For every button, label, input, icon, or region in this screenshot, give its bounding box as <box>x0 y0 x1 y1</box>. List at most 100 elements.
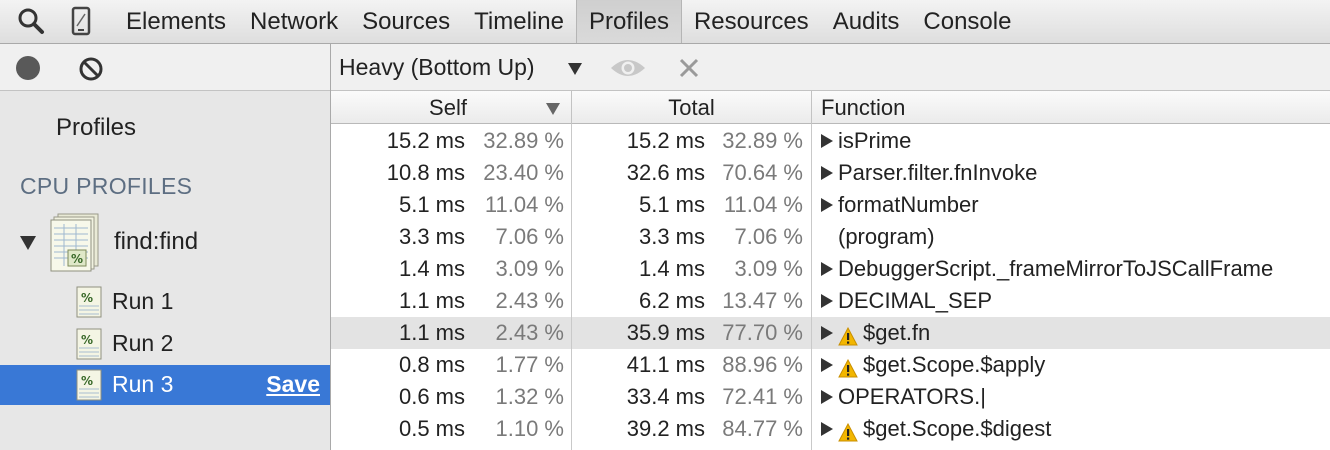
cpu-profile-group-icon: % <box>50 213 99 272</box>
warning-icon <box>838 355 858 378</box>
tab-timeline[interactable]: Timeline <box>462 0 576 43</box>
profile-group-label: find:find <box>114 228 199 255</box>
expand-triangle-icon[interactable] <box>821 325 833 340</box>
record-icon[interactable] <box>16 56 40 80</box>
tab-network[interactable]: Network <box>238 0 350 43</box>
clear-all-icon[interactable] <box>78 56 104 82</box>
profiles-title[interactable]: Profiles <box>56 114 136 142</box>
table-row[interactable]: 1.1 ms 2.43 % 35.9 ms 77.70 % $get.fn <box>331 317 1330 349</box>
function-name[interactable]: formatNumber <box>838 192 979 217</box>
column-divider <box>811 124 812 450</box>
function-cell: OPERATORS.| <box>821 381 986 413</box>
function-name[interactable]: $get.Scope.$digest <box>863 416 1051 441</box>
devtools-toolbar: Elements Network Sources Timeline Profil… <box>0 0 1330 44</box>
profile-run-item-selected[interactable]: % Run 3 Save <box>0 365 330 405</box>
expand-triangle-icon[interactable] <box>821 421 833 436</box>
self-percent-cell: 3.09 % <box>495 256 565 281</box>
tab-audits[interactable]: Audits <box>821 0 912 43</box>
total-column-header[interactable]: Total <box>571 91 811 124</box>
tab-console[interactable]: Console <box>911 0 1023 43</box>
total-percent-cell: 88.96 % <box>722 352 803 377</box>
table-row[interactable]: 3.3 ms 7.06 % 3.3 ms 7.06 % (program) <box>331 221 1330 253</box>
total-time-cell: 5.1 ms <box>638 192 705 217</box>
total-percent-cell: 72.41 % <box>722 384 803 409</box>
function-name[interactable]: $get.Scope.$apply <box>863 352 1045 377</box>
function-name[interactable]: DECIMAL_SEP <box>838 288 992 313</box>
self-percent-cell: 1.32 % <box>495 384 565 409</box>
close-icon[interactable] <box>678 57 700 79</box>
function-name[interactable]: isPrime <box>838 128 911 153</box>
self-percent-cell: 2.43 % <box>495 288 565 313</box>
table-row[interactable]: 0.5 ms 1.10 % 39.2 ms 84.77 % $get.Scope.$di… <box>331 413 1330 445</box>
self-time-cell: 0.5 ms <box>398 416 465 441</box>
table-row[interactable]: 10.8 ms 23.40 % 32.6 ms 70.64 % Parser.filte… <box>331 157 1330 189</box>
expand-triangle-icon[interactable] <box>821 389 833 404</box>
sidebar-toolbar <box>0 44 330 91</box>
function-name[interactable]: $get.fn <box>863 320 930 345</box>
cpu-profile-icon: % <box>76 328 102 360</box>
cpu-profile-icon: % <box>76 369 102 401</box>
total-percent-cell: 77.70 % <box>722 320 803 345</box>
tab-sources[interactable]: Sources <box>350 0 462 43</box>
grid-header: Self Total Function <box>331 91 1330 124</box>
save-link[interactable]: Save <box>266 371 320 398</box>
column-divider <box>571 124 572 450</box>
profile-run-item[interactable]: % Run 1 <box>0 282 330 322</box>
total-time-cell: 41.1 ms <box>626 352 705 377</box>
dropdown-caret-icon[interactable] <box>568 63 582 75</box>
function-cell: isPrime <box>821 125 911 157</box>
table-row[interactable]: 5.1 ms 11.04 % 5.1 ms 11.04 % formatNumber <box>331 189 1330 221</box>
profile-view: Heavy (Bottom Up) Self Total Function 15… <box>331 44 1330 450</box>
tab-resources[interactable]: Resources <box>682 0 821 43</box>
table-row[interactable]: 0.6 ms 1.32 % 33.4 ms 72.41 % OPERATORS.| <box>331 381 1330 413</box>
self-time-cell: 1.1 ms <box>398 320 465 345</box>
function-column-header[interactable]: Function <box>811 91 1330 124</box>
svg-text:%: % <box>71 252 83 266</box>
run-label: Run 1 <box>112 288 174 314</box>
total-percent-cell: 70.64 % <box>722 160 803 185</box>
total-percent-cell: 13.47 % <box>722 288 803 313</box>
profile-grid-body: 15.2 ms 32.89 % 15.2 ms 32.89 % isPrime 10.8 … <box>331 124 1330 450</box>
warning-icon <box>838 419 858 442</box>
cpu-profile-icon: % <box>76 286 102 318</box>
total-time-cell: 39.2 ms <box>626 416 705 441</box>
total-time-cell: 33.4 ms <box>626 384 705 409</box>
table-row[interactable]: 1.4 ms 3.09 % 1.4 ms 3.09 % DebuggerScript._… <box>331 253 1330 285</box>
total-time-cell: 6.2 ms <box>638 288 705 313</box>
self-percent-cell: 1.10 % <box>495 416 565 441</box>
function-cell: $get.fn <box>821 317 930 349</box>
function-name[interactable]: OPERATORS.| <box>838 384 986 409</box>
eye-icon[interactable] <box>609 56 647 80</box>
function-name[interactable]: Parser.filter.fnInvoke <box>838 160 1037 185</box>
self-column-header[interactable]: Self <box>331 91 571 124</box>
expand-triangle-icon[interactable] <box>821 197 833 212</box>
tab-elements[interactable]: Elements <box>114 0 238 43</box>
expand-triangle-icon[interactable] <box>821 165 833 180</box>
view-mode-select[interactable]: Heavy (Bottom Up) <box>339 54 535 81</box>
tab-profiles[interactable]: Profiles <box>575 0 682 43</box>
expand-triangle-icon[interactable] <box>821 261 833 276</box>
svg-text:%: % <box>81 333 93 347</box>
table-row[interactable]: 0.8 ms 1.77 % 41.1 ms 88.96 % $get.Scope.$ap… <box>331 349 1330 381</box>
device-mode-icon[interactable] <box>66 6 96 36</box>
table-row[interactable]: 1.1 ms 2.43 % 6.2 ms 13.47 % DECIMAL_SEP <box>331 285 1330 317</box>
profile-group[interactable]: % find:find <box>0 212 330 276</box>
search-icon[interactable] <box>16 6 46 36</box>
svg-text:%: % <box>81 374 93 388</box>
function-cell: Parser.filter.fnInvoke <box>821 157 1037 189</box>
expand-triangle-icon[interactable] <box>821 293 833 308</box>
table-row[interactable]: 15.2 ms 32.89 % 15.2 ms 32.89 % isPrime <box>331 125 1330 157</box>
expand-triangle-icon[interactable] <box>821 357 833 372</box>
expand-triangle-icon[interactable] <box>821 133 833 148</box>
total-percent-cell: 3.09 % <box>734 256 804 281</box>
cpu-profiles-header: CPU PROFILES <box>20 173 193 199</box>
function-name[interactable]: (program) <box>838 224 935 249</box>
function-name[interactable]: DebuggerScript._frameMirrorToJSCallFrame <box>838 256 1273 281</box>
disclosure-triangle-icon[interactable] <box>20 236 36 250</box>
profile-run-item[interactable]: % Run 2 <box>0 324 330 364</box>
self-percent-cell: 11.04 % <box>484 192 564 217</box>
total-time-cell: 32.6 ms <box>626 160 705 185</box>
total-time-cell: 1.4 ms <box>638 256 705 281</box>
self-time-cell: 0.8 ms <box>398 352 465 377</box>
svg-text:%: % <box>81 291 93 305</box>
